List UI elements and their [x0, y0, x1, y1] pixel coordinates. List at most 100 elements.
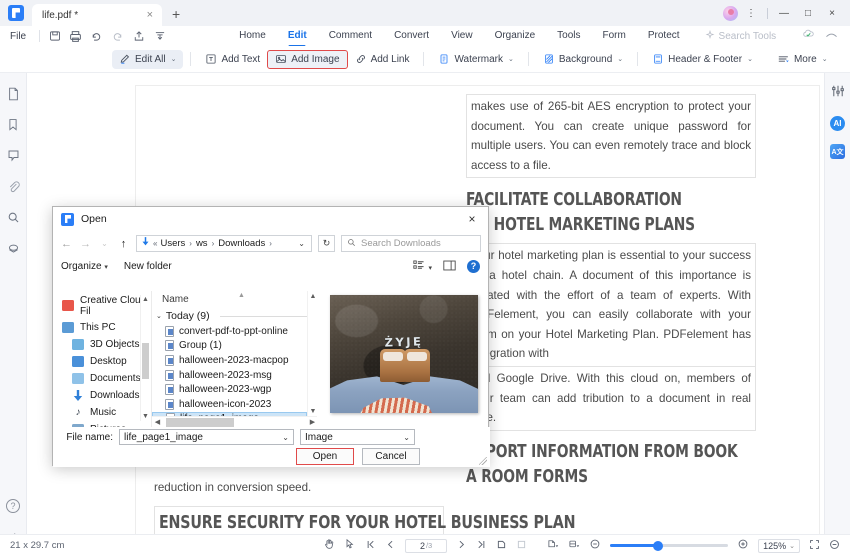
scroll-left-icon[interactable]: ◀ — [152, 418, 163, 426]
fullscreen-icon[interactable] — [829, 539, 840, 553]
file-row[interactable]: halloween-2023-msg — [152, 368, 317, 383]
forward-button[interactable]: → — [79, 236, 92, 252]
right-para2-box[interactable]: Your hotel marketing plan is essential t… — [466, 243, 756, 367]
hscrollbar-thumb[interactable] — [166, 417, 234, 427]
first-page-icon[interactable] — [365, 539, 376, 553]
select-tool-icon[interactable] — [344, 538, 356, 553]
scroll-up-icon[interactable]: ▲ — [308, 291, 317, 301]
menu-item-view[interactable]: View — [440, 26, 484, 46]
bookmark-icon[interactable] — [5, 116, 22, 133]
address-dropdown-icon[interactable]: ⌄ — [298, 239, 307, 248]
chevron-down-icon[interactable]: ⌄ — [282, 433, 289, 442]
dialog-nav-pane[interactable]: Creative Cloud Fil This PC 3D Objects De… — [53, 291, 151, 427]
search-tools-field[interactable]: Search Tools — [705, 29, 776, 43]
breadcrumb-users[interactable]: Users — [160, 238, 185, 249]
zoom-level-select[interactable]: 125% ⌄ — [758, 538, 800, 553]
print-icon[interactable] — [65, 27, 86, 45]
zoom-in-icon[interactable] — [737, 538, 749, 553]
help-icon[interactable]: ? — [467, 260, 480, 273]
attachment-icon[interactable] — [5, 178, 22, 195]
left-heading-box[interactable]: ENSURE SECURITY FOR YOUR HOTEL BUSINESS … — [154, 505, 575, 534]
file-row[interactable]: halloween-2023-macpop — [152, 353, 317, 368]
menu-item-form[interactable]: Form — [592, 26, 637, 46]
breadcrumb-ws[interactable]: ws — [196, 238, 208, 249]
file-list-header[interactable]: Name ▲ — [152, 291, 317, 308]
nav-item-downloads[interactable]: Downloads — [60, 387, 151, 404]
help-icon[interactable]: ? — [6, 499, 20, 513]
menu-item-comment[interactable]: Comment — [318, 26, 383, 46]
watermark-button[interactable]: Watermark ⌄ — [431, 50, 520, 69]
dialog-file-list[interactable]: Name ▲ ⌄ Today (9) convert-pdf-to-ppt-on… — [151, 291, 317, 427]
more-button[interactable]: More ⌄ — [770, 50, 835, 69]
hand-tool-icon[interactable] — [323, 538, 335, 553]
nav-item-creative-cloud[interactable]: Creative Cloud Fil — [60, 295, 151, 317]
zoom-out-icon[interactable] — [589, 538, 601, 553]
file-name-input[interactable]: life_page1_image ⌄ — [119, 429, 294, 445]
nav-item-this-pc[interactable]: This PC — [60, 319, 151, 336]
more-options-icon[interactable]: ⋮ — [740, 4, 762, 22]
scrollbar-thumb[interactable] — [142, 343, 149, 379]
refresh-button[interactable]: ↻ — [318, 235, 335, 252]
scroll-down-icon[interactable]: ▼ — [141, 412, 150, 421]
close-tab-icon[interactable]: × — [144, 9, 156, 21]
comment-icon[interactable] — [5, 147, 22, 164]
resize-grip[interactable] — [479, 457, 487, 465]
menu-item-tools[interactable]: Tools — [546, 26, 591, 46]
organize-button[interactable]: Organize ▾ — [61, 261, 108, 272]
maximize-button[interactable]: □ — [797, 4, 819, 22]
file-row[interactable]: convert-pdf-to-ppt-online — [152, 324, 317, 339]
scroll-up-icon[interactable]: ▲ — [141, 295, 150, 304]
ai-assistant-icon[interactable]: AI — [830, 116, 845, 131]
search-icon[interactable] — [5, 209, 22, 226]
nav-item-3d-objects[interactable]: 3D Objects — [60, 336, 151, 353]
menu-item-edit[interactable]: Edit — [277, 26, 318, 46]
back-button[interactable]: ← — [60, 236, 73, 252]
file-list-hscrollbar[interactable]: ◀ ▶ — [152, 416, 317, 427]
avatar[interactable] — [723, 5, 738, 21]
file-list-scrollbar[interactable]: ▲ ▼ — [307, 291, 317, 416]
dialog-search-field[interactable]: Search Downloads — [341, 235, 481, 252]
page-number-input[interactable]: 2 /3 — [405, 538, 448, 553]
sync-status-icon[interactable] — [802, 28, 815, 44]
undo-icon[interactable] — [86, 27, 107, 45]
chevron-down-icon[interactable]: ⌄ — [403, 433, 410, 442]
file-row[interactable]: halloween-2023-wgp — [152, 382, 317, 397]
nav-item-music[interactable]: ♪ Music — [60, 404, 151, 421]
scroll-down-icon[interactable]: ▼ — [308, 406, 317, 416]
right-para1-box[interactable]: makes use of 265-bit AES encryption to p… — [466, 94, 756, 179]
properties-icon[interactable] — [831, 84, 845, 103]
up-one-level-button[interactable]: ↑ — [117, 236, 130, 252]
background-button[interactable]: Background ⌄ — [536, 50, 630, 69]
menu-item-home[interactable]: Home — [228, 26, 277, 46]
file-group-today[interactable]: ⌄ Today (9) — [152, 308, 317, 324]
single-page-view-icon[interactable] — [496, 539, 507, 553]
thumbnails-icon[interactable] — [5, 85, 22, 102]
file-row[interactable]: Group (1) — [152, 339, 317, 354]
stamp-icon[interactable] — [5, 240, 22, 257]
nav-pane-scrollbar[interactable]: ▲ ▼ — [140, 295, 149, 421]
header-footer-button[interactable]: Header & Footer ⌄ — [645, 50, 760, 69]
slider-knob[interactable] — [653, 540, 664, 551]
zoom-slider[interactable] — [610, 539, 729, 553]
collapse-ribbon-icon[interactable] — [825, 30, 838, 42]
edit-all-button[interactable]: Edit All ⌄ — [112, 49, 184, 69]
nav-item-desktop[interactable]: Desktop — [60, 353, 151, 370]
save-icon[interactable] — [44, 27, 65, 45]
cancel-button[interactable]: Cancel — [362, 447, 420, 465]
document-tab[interactable]: life.pdf * × — [32, 4, 162, 26]
right-para3-box[interactable]: and Google Drive. With this cloud on, me… — [466, 366, 756, 431]
add-link-button[interactable]: Add Link — [348, 50, 417, 69]
last-page-icon[interactable] — [476, 539, 487, 553]
open-file-dialog[interactable]: Open × ← → ⌄ ↑ « Users › ws › Downloads … — [52, 206, 490, 467]
previous-page-icon[interactable] — [385, 539, 396, 553]
file-type-select[interactable]: Image ⌄ — [300, 429, 415, 445]
menu-item-convert[interactable]: Convert — [383, 26, 440, 46]
recent-locations-button[interactable]: ⌄ — [98, 236, 111, 252]
next-page-icon[interactable] — [456, 539, 467, 553]
add-text-button[interactable]: Add Text — [198, 50, 267, 69]
view-mode-button[interactable]: ▾ — [413, 260, 432, 273]
share-icon[interactable] — [128, 27, 149, 45]
new-tab-button[interactable]: + — [162, 6, 188, 26]
add-image-button[interactable]: Add Image — [267, 49, 348, 69]
file-row[interactable]: halloween-icon-2023 — [152, 397, 317, 412]
